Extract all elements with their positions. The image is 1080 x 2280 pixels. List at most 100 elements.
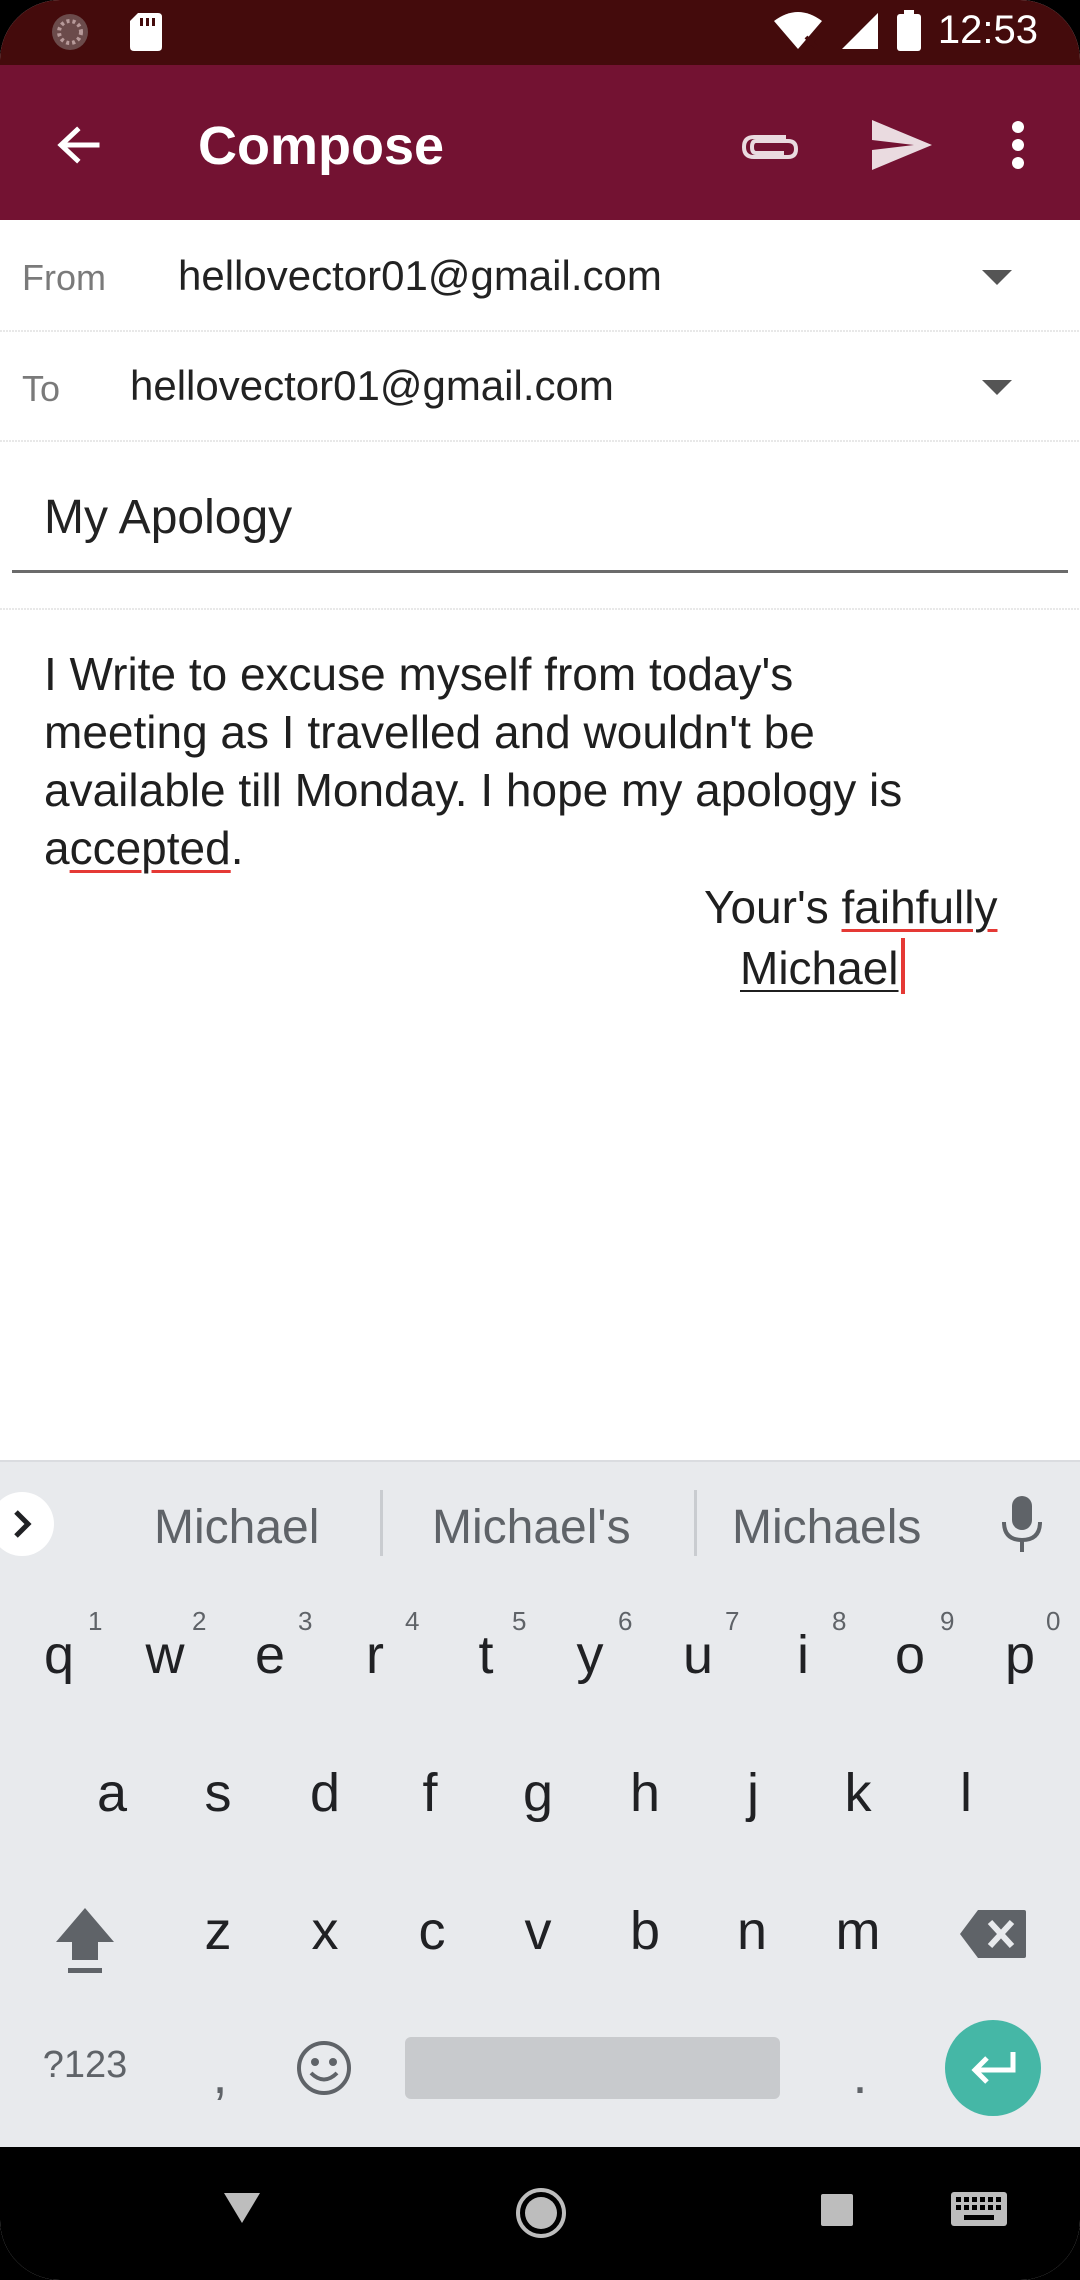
- suggestion-1[interactable]: Michael: [154, 1500, 319, 1555]
- key-g[interactable]: g: [498, 1762, 578, 1824]
- enter-icon: [971, 2052, 1016, 2084]
- body-line: accepted.: [44, 819, 1044, 877]
- misspelled-word[interactable]: faihfully: [842, 881, 998, 933]
- chevron-right-icon: [14, 1510, 32, 1538]
- body-text: .: [230, 822, 244, 874]
- home-circle-icon: [516, 2188, 566, 2238]
- key-n[interactable]: n: [712, 1900, 792, 1962]
- from-dropdown-icon[interactable]: [982, 270, 1012, 285]
- recents-button[interactable]: [820, 2193, 854, 2232]
- attach-button[interactable]: [730, 105, 810, 185]
- recents-square-icon: [821, 2194, 853, 2226]
- divider: [694, 1490, 697, 1556]
- more-options-button[interactable]: [978, 105, 1058, 185]
- key-j[interactable]: j: [713, 1762, 793, 1824]
- to-label: To: [22, 368, 61, 409]
- keyboard: q w e r t y u i o p 1 2 3 4 5 6 7 8 9 0 …: [0, 1582, 1080, 2147]
- key-c[interactable]: c: [392, 1900, 472, 1962]
- keyboard-icon: [951, 2192, 1007, 2226]
- key-hint: 7: [725, 1606, 740, 1636]
- comma-key[interactable]: ,: [180, 2044, 260, 2106]
- message-body[interactable]: I Write to excuse myself from today's me…: [44, 645, 1044, 877]
- enter-key[interactable]: [945, 2020, 1041, 2116]
- key-a[interactable]: a: [72, 1762, 152, 1824]
- body-line: available till Monday. I hope my apology…: [44, 764, 903, 816]
- body-line: I Write to excuse myself from today's: [44, 648, 794, 700]
- emoji-key[interactable]: [296, 2040, 352, 2101]
- key-hint: 9: [940, 1606, 955, 1636]
- key-hint: 3: [298, 1606, 313, 1636]
- suggestion-strip: Michael Michael's Michaels: [0, 1460, 1080, 1582]
- symbols-key[interactable]: ?123: [40, 2044, 130, 2087]
- shift-icon: [56, 1908, 114, 1973]
- screen: 12:53 Compose From hellovector01@gmail.c…: [0, 0, 1080, 2280]
- home-button[interactable]: [515, 2187, 567, 2244]
- to-dropdown-icon[interactable]: [982, 380, 1012, 395]
- key-m[interactable]: m: [818, 1900, 898, 1962]
- clock: 12:53: [937, 8, 1038, 52]
- key-hint: 1: [88, 1606, 103, 1636]
- arrow-back-icon: [57, 126, 100, 164]
- key-hint: 6: [618, 1606, 633, 1636]
- wifi-icon: [773, 11, 822, 49]
- key-hint: 8: [832, 1606, 847, 1636]
- navigation-bar: [0, 2147, 1080, 2280]
- key-v[interactable]: v: [498, 1900, 578, 1962]
- key-s[interactable]: s: [178, 1762, 258, 1824]
- key-o[interactable]: o: [870, 1624, 950, 1686]
- key-k[interactable]: k: [818, 1762, 898, 1824]
- space-bar[interactable]: [405, 2037, 780, 2099]
- suggestion-2[interactable]: Michael's: [432, 1500, 631, 1555]
- back-triangle-icon: [224, 2193, 260, 2223]
- page-title: Compose: [198, 116, 445, 176]
- key-f[interactable]: f: [390, 1762, 470, 1824]
- send-button[interactable]: [862, 105, 942, 185]
- from-row[interactable]: From hellovector01@gmail.com: [0, 220, 1080, 330]
- body-line: meeting as I travelled and wouldn't be: [44, 706, 815, 758]
- text-cursor: [900, 938, 905, 994]
- key-d[interactable]: d: [285, 1762, 365, 1824]
- loading-notification-icon: [52, 14, 88, 50]
- divider: [380, 1490, 383, 1556]
- key-q[interactable]: q: [19, 1624, 99, 1686]
- misspelled-word[interactable]: ccepted: [70, 822, 231, 874]
- status-bar: 12:53: [0, 0, 1080, 65]
- battery-icon: [896, 9, 921, 51]
- period-key[interactable]: .: [820, 2044, 900, 2106]
- subject-field[interactable]: My Apology: [44, 490, 292, 545]
- key-hint: 2: [192, 1606, 207, 1636]
- key-r[interactable]: r: [335, 1624, 415, 1686]
- from-field[interactable]: hellovector01@gmail.com: [178, 252, 662, 300]
- key-l[interactable]: l: [926, 1762, 1006, 1824]
- key-hint: 4: [405, 1606, 420, 1636]
- to-field[interactable]: hellovector01@gmail.com: [130, 362, 614, 410]
- key-b[interactable]: b: [605, 1900, 685, 1962]
- backspace-icon: [960, 1910, 1026, 1958]
- signature-name-text: Michael: [740, 942, 899, 994]
- signature-closing[interactable]: Your's faihfully: [704, 880, 997, 934]
- suggestion-3[interactable]: Michaels: [732, 1500, 921, 1555]
- backspace-key[interactable]: [958, 1908, 1028, 1965]
- keyboard-switch-button[interactable]: [950, 2191, 1008, 2236]
- from-label: From: [22, 257, 106, 298]
- voice-input-button[interactable]: [1000, 1494, 1044, 1559]
- signature-name[interactable]: Michael: [740, 938, 905, 995]
- to-row[interactable]: To hellovector01@gmail.com: [0, 332, 1080, 442]
- cell-signal-icon: [841, 12, 878, 49]
- shift-key[interactable]: [50, 1904, 120, 1981]
- signature-prefix: Your's: [704, 881, 842, 933]
- key-hint: 0: [1046, 1606, 1061, 1636]
- key-i[interactable]: i: [763, 1624, 843, 1686]
- more-vert-icon: [1012, 121, 1024, 169]
- back-nav-button[interactable]: [222, 2187, 262, 2232]
- sd-card-icon: [130, 13, 162, 51]
- key-x[interactable]: x: [285, 1900, 365, 1962]
- back-button[interactable]: [38, 105, 118, 185]
- body-text: a: [44, 822, 70, 874]
- expand-toolbar-button[interactable]: [0, 1492, 54, 1556]
- key-hint: 5: [512, 1606, 527, 1636]
- subject-underline: [12, 570, 1068, 573]
- key-z[interactable]: z: [178, 1900, 258, 1962]
- key-h[interactable]: h: [605, 1762, 685, 1824]
- send-icon: [872, 120, 932, 170]
